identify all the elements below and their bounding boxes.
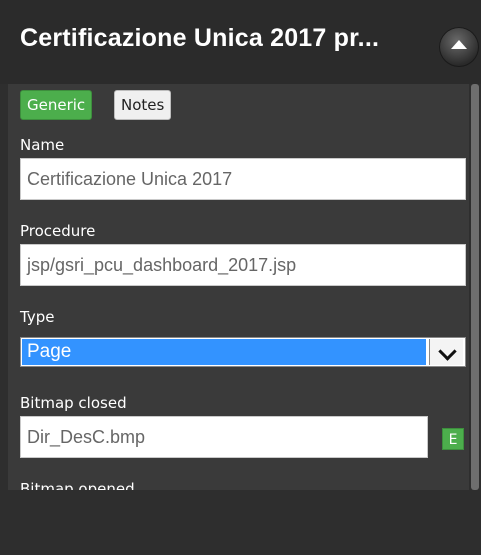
procedure-label: Procedure	[20, 222, 96, 240]
collapse-up-icon[interactable]	[439, 27, 479, 67]
properties-panel: Generic Notes Name Certificazione Unica …	[8, 84, 469, 490]
panel-scrollbar[interactable]	[469, 84, 481, 490]
bitmap-closed-label: Bitmap closed	[20, 394, 127, 412]
chevron-down-icon[interactable]	[429, 339, 463, 365]
bitmap-opened-label: Bitmap opened	[20, 480, 135, 490]
tab-generic[interactable]: Generic	[20, 90, 93, 120]
type-label: Type	[20, 308, 55, 326]
bitmap-closed-field[interactable]: Dir_DesC.bmp	[20, 416, 428, 458]
panel-title: Certificazione Unica 2017 pr...	[20, 24, 380, 52]
type-select[interactable]: Page	[20, 337, 466, 367]
tab-notes[interactable]: Notes	[114, 90, 172, 120]
name-label: Name	[20, 136, 65, 154]
bitmap-closed-edit-button[interactable]: E	[442, 428, 464, 450]
procedure-field[interactable]: jsp/gsri_pcu_dashboard_2017.jsp	[20, 244, 466, 286]
scrollbar-thumb[interactable]	[471, 84, 479, 490]
type-select-value[interactable]: Page	[22, 339, 426, 365]
name-field[interactable]: Certificazione Unica 2017	[20, 158, 466, 200]
panel-header: Certificazione Unica 2017 pr...	[0, 0, 481, 84]
